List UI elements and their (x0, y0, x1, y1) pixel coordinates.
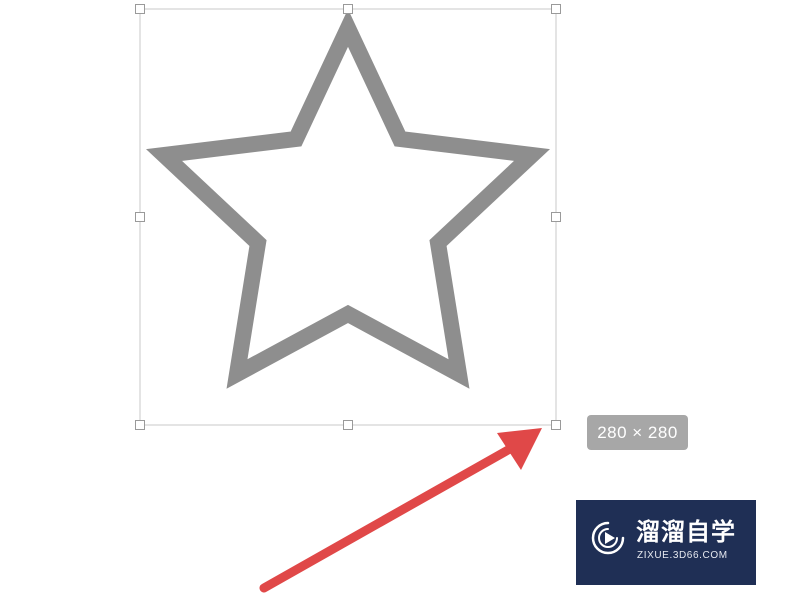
resize-handle-right[interactable] (551, 212, 561, 222)
resize-handle-top-left[interactable] (135, 4, 145, 14)
watermark: 溜溜自学 ZIXUE.3D66.COM (576, 500, 756, 585)
selection-box (139, 8, 557, 426)
play-logo-icon (591, 521, 625, 555)
resize-handle-bottom-right[interactable] (551, 420, 561, 430)
watermark-brand-text: 溜溜自学 (636, 518, 736, 546)
canvas: 280 × 280 溜溜自学 ZIXUE.3D66.COM (0, 0, 800, 600)
resize-handle-bottom[interactable] (343, 420, 353, 430)
resize-handle-top[interactable] (343, 4, 353, 14)
star-shape[interactable] (146, 9, 550, 389)
annotation-arrow (259, 428, 542, 593)
resize-handle-bottom-left[interactable] (135, 420, 145, 430)
watermark-url-text: ZIXUE.3D66.COM (637, 550, 728, 561)
size-badge: 280 × 280 (587, 415, 688, 450)
resize-handle-left[interactable] (135, 212, 145, 222)
resize-handle-top-right[interactable] (551, 4, 561, 14)
